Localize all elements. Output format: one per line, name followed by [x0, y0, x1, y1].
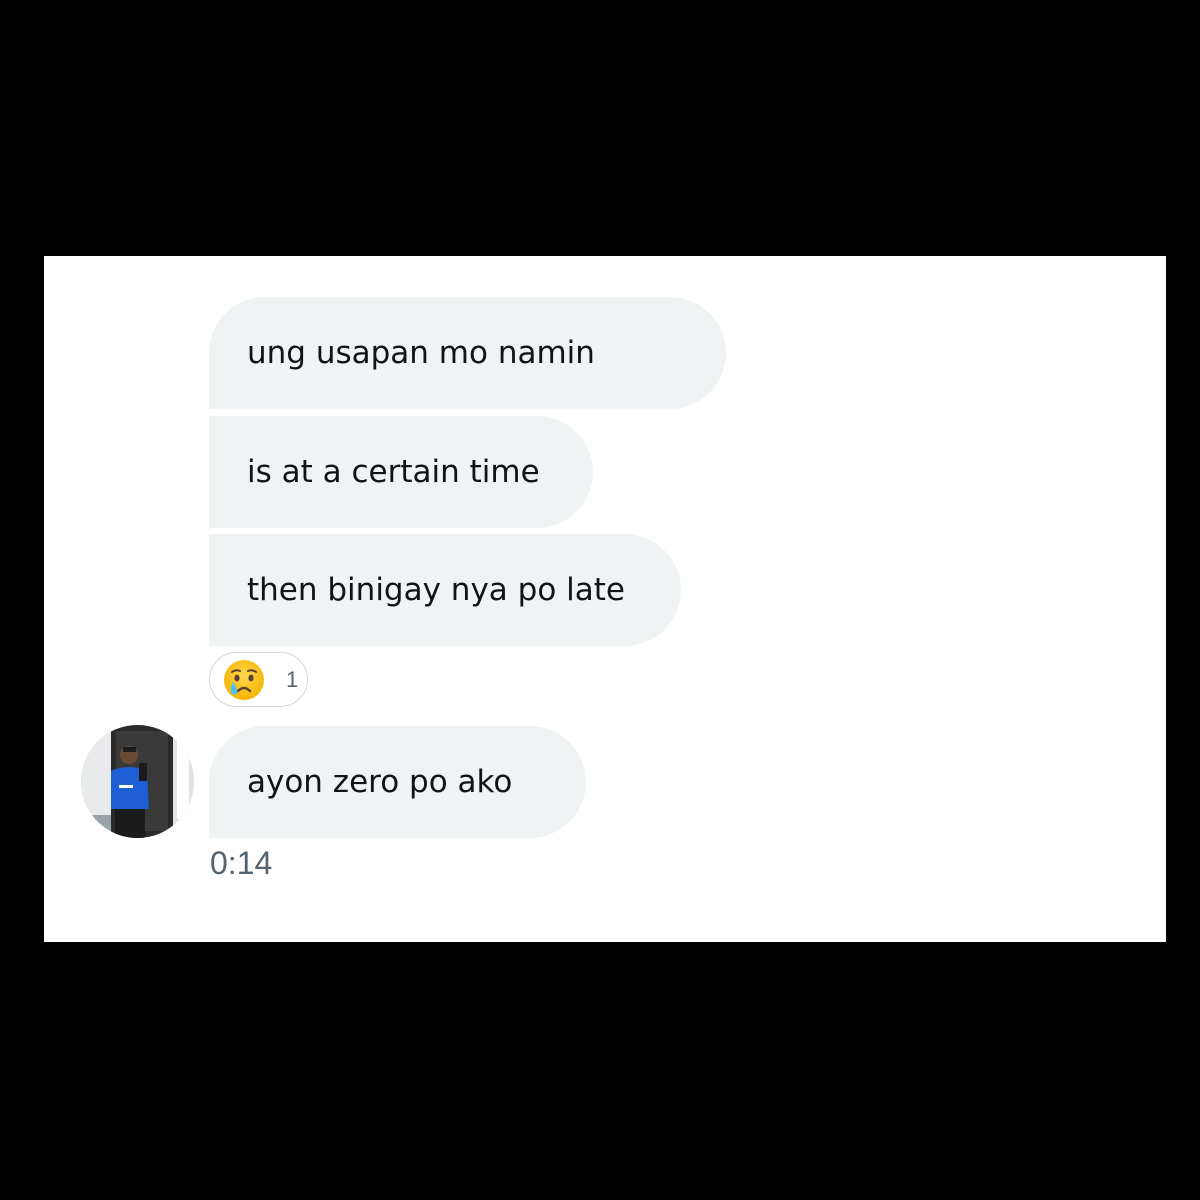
message-text: then binigay nya po late — [247, 572, 625, 608]
message-bubble[interactable]: ayon zero po ako — [209, 726, 586, 838]
reaction-count: 1 — [286, 666, 299, 692]
message-text: ayon zero po ako — [247, 764, 513, 800]
message-bubble[interactable]: then binigay nya po late — [209, 534, 681, 646]
message-timestamp: 0:14 — [210, 845, 273, 881]
reaction-pill[interactable]: 1 — [209, 652, 308, 707]
avatar[interactable] — [81, 725, 194, 838]
message-bubble[interactable]: is at a certain time — [209, 416, 593, 528]
message-bubble[interactable]: ung usapan mo namin — [209, 297, 726, 409]
message-text: is at a certain time — [247, 454, 540, 490]
dm-conversation-panel: ung usapan mo namin is at a certain time… — [44, 256, 1166, 942]
crying-face-icon — [223, 659, 265, 701]
message-text: ung usapan mo namin — [247, 335, 595, 371]
